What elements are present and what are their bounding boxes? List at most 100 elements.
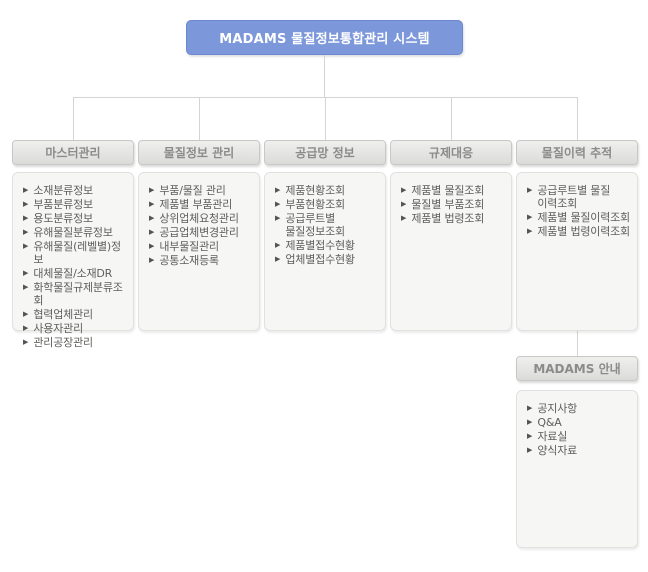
arrow-bullet-icon: ▶ xyxy=(527,416,532,429)
menu-item-label: 제품별 법령이력조회 xyxy=(537,225,630,238)
category-header-supply-chain[interactable]: 공급망 정보 xyxy=(264,140,386,165)
menu-item-label: 제품별 부품관리 xyxy=(159,198,232,211)
connector-line xyxy=(577,331,578,356)
arrow-bullet-icon: ▶ xyxy=(527,211,532,224)
category-header-madams-info[interactable]: MADAMS 안내 xyxy=(516,356,638,381)
menu-item[interactable]: ▶ 공급업체변경관리 xyxy=(149,226,255,239)
menu-item-label: 공급루트별 물질 이력조회 xyxy=(537,184,610,210)
arrow-bullet-icon: ▶ xyxy=(527,430,532,443)
menu-item-label: 협력업체관리 xyxy=(33,308,93,321)
menu-item-label: 사용자관리 xyxy=(33,322,83,335)
arrow-bullet-icon: ▶ xyxy=(149,212,154,225)
menu-item-label: 용도분류정보 xyxy=(33,212,93,225)
menu-item-label: 내부물질관리 xyxy=(159,240,219,253)
connector-line xyxy=(577,97,578,140)
menu-item-label: 공급루트별 물질정보조회 xyxy=(285,212,345,238)
arrow-bullet-icon: ▶ xyxy=(23,198,28,211)
category-header-material-info[interactable]: 물질정보 관리 xyxy=(138,140,260,165)
menu-item-label: 제품별 물질조회 xyxy=(411,184,484,197)
menu-item-label: 제품현황조회 xyxy=(285,184,345,197)
menu-item-label: 부품/물질 관리 xyxy=(159,184,225,197)
menu-item[interactable]: ▶ 유해물질분류정보 xyxy=(23,226,129,239)
arrow-bullet-icon: ▶ xyxy=(527,402,532,415)
menu-item-label: 양식자료 xyxy=(537,444,577,457)
arrow-bullet-icon: ▶ xyxy=(275,253,280,266)
menu-item[interactable]: ▶ 부품분류정보 xyxy=(23,198,129,211)
system-title-box: MADAMS 물질정보통합관리 시스템 xyxy=(186,20,463,55)
arrow-bullet-icon: ▶ xyxy=(23,322,28,335)
menu-item[interactable]: ▶ 공지사항 xyxy=(527,402,633,415)
menu-item[interactable]: ▶ 협력업체관리 xyxy=(23,308,129,321)
menu-item-label: 물질별 부품조회 xyxy=(411,198,484,211)
menu-list-madams-info: ▶ 공지사항 ▶ Q&A ▶ 자료실 ▶ 양식자료 xyxy=(516,390,638,548)
menu-list-material-history: ▶ 공급루트별 물질 이력조회 ▶ 제품별 물질이력조회 ▶ 제품별 법령이력조… xyxy=(516,172,638,331)
menu-item-label: 제품별 법령조회 xyxy=(411,212,484,225)
menu-item[interactable]: ▶ 사용자관리 xyxy=(23,322,129,335)
menu-item[interactable]: ▶ 관리공장관리 xyxy=(23,336,129,349)
menu-list-material-info: ▶ 부품/물질 관리 ▶ 제품별 부품관리 ▶ 상위업체요청관리 ▶ 공급업체변… xyxy=(138,172,260,331)
menu-item-label: 공급업체변경관리 xyxy=(159,226,238,239)
menu-item[interactable]: ▶ 업체별접수현황 xyxy=(275,253,381,266)
menu-item[interactable]: ▶ 제품별 물질조회 xyxy=(401,184,507,197)
arrow-bullet-icon: ▶ xyxy=(275,239,280,252)
connector-line xyxy=(199,97,200,140)
menu-item[interactable]: ▶ 공급루트별 물질 이력조회 xyxy=(527,184,633,210)
arrow-bullet-icon: ▶ xyxy=(401,184,406,197)
menu-item[interactable]: ▶ 제품별 부품관리 xyxy=(149,198,255,211)
menu-item-label: 관리공장관리 xyxy=(33,336,93,349)
arrow-bullet-icon: ▶ xyxy=(149,240,154,253)
menu-item[interactable]: ▶ 공급루트별 물질정보조회 xyxy=(275,212,381,238)
menu-item[interactable]: ▶ 제품별 법령조회 xyxy=(401,212,507,225)
menu-item[interactable]: ▶ Q&A xyxy=(527,416,633,429)
menu-list-supply-chain: ▶ 제품현황조회 ▶ 부품현황조회 ▶ 공급루트별 물질정보조회 ▶ 제품별접수… xyxy=(264,172,386,331)
menu-item[interactable]: ▶ 물질별 부품조회 xyxy=(401,198,507,211)
menu-item-label: 화학물질규제분류조회 xyxy=(33,281,129,307)
menu-item[interactable]: ▶ 유해물질(레벨별)정보 xyxy=(23,240,129,266)
category-header-master-management[interactable]: 마스터관리 xyxy=(12,140,134,165)
menu-item-label: Q&A xyxy=(537,416,561,429)
menu-item[interactable]: ▶ 제품별접수현황 xyxy=(275,239,381,252)
menu-item[interactable]: ▶ 부품현황조회 xyxy=(275,198,381,211)
menu-item-label: 대체물질/소재DR xyxy=(33,267,112,280)
column-madams-info: MADAMS 안내 ▶ 공지사항 ▶ Q&A ▶ 자료실 xyxy=(516,356,638,548)
menu-item-label: 공지사항 xyxy=(537,402,577,415)
column-regulation-response: 규제대응 ▶ 제품별 물질조회 ▶ 물질별 부품조회 ▶ 제품별 법령조회 xyxy=(390,140,512,331)
arrow-bullet-icon: ▶ xyxy=(23,281,28,294)
connector-line xyxy=(324,55,325,97)
menu-item[interactable]: ▶ 화학물질규제분류조회 xyxy=(23,281,129,307)
arrow-bullet-icon: ▶ xyxy=(23,212,28,225)
arrow-bullet-icon: ▶ xyxy=(401,212,406,225)
connector-line xyxy=(451,97,452,140)
menu-list-master-management: ▶ 소재분류정보 ▶ 부품분류정보 ▶ 용도분류정보 ▶ 유해물질분류정보 xyxy=(12,172,134,331)
menu-item-label: 유해물질(레벨별)정보 xyxy=(33,240,129,266)
arrow-bullet-icon: ▶ xyxy=(23,336,28,349)
menu-item-label: 제품별접수현황 xyxy=(285,239,354,252)
menu-item[interactable]: ▶ 자료실 xyxy=(527,430,633,443)
menu-item[interactable]: ▶ 내부물질관리 xyxy=(149,240,255,253)
menu-item[interactable]: ▶ 제품별 물질이력조회 xyxy=(527,211,633,224)
menu-item[interactable]: ▶ 부품/물질 관리 xyxy=(149,184,255,197)
menu-item-label: 공통소재등록 xyxy=(159,254,219,267)
menu-item[interactable]: ▶ 제품별 법령이력조회 xyxy=(527,225,633,238)
menu-item[interactable]: ▶ 대체물질/소재DR xyxy=(23,267,129,280)
menu-item[interactable]: ▶ 상위업체요청관리 xyxy=(149,212,255,225)
menu-item[interactable]: ▶ 공통소재등록 xyxy=(149,254,255,267)
menu-item-label: 자료실 xyxy=(537,430,567,443)
menu-item-label: 소재분류정보 xyxy=(33,184,93,197)
arrow-bullet-icon: ▶ xyxy=(149,198,154,211)
menu-item[interactable]: ▶ 양식자료 xyxy=(527,444,633,457)
arrow-bullet-icon: ▶ xyxy=(527,444,532,457)
arrow-bullet-icon: ▶ xyxy=(275,198,280,211)
arrow-bullet-icon: ▶ xyxy=(149,226,154,239)
menu-item-label: 제품별 물질이력조회 xyxy=(537,211,630,224)
arrow-bullet-icon: ▶ xyxy=(275,184,280,197)
menu-item[interactable]: ▶ 제품현황조회 xyxy=(275,184,381,197)
category-header-material-history[interactable]: 물질이력 추적 xyxy=(516,140,638,165)
arrow-bullet-icon: ▶ xyxy=(149,254,154,267)
menu-item[interactable]: ▶ 용도분류정보 xyxy=(23,212,129,225)
category-header-regulation-response[interactable]: 규제대응 xyxy=(390,140,512,165)
menu-item[interactable]: ▶ 소재분류정보 xyxy=(23,184,129,197)
column-supply-chain: 공급망 정보 ▶ 제품현황조회 ▶ 부품현황조회 ▶ 공급루트별 물질정보조회 xyxy=(264,140,386,331)
arrow-bullet-icon: ▶ xyxy=(149,184,154,197)
arrow-bullet-icon: ▶ xyxy=(23,240,28,253)
